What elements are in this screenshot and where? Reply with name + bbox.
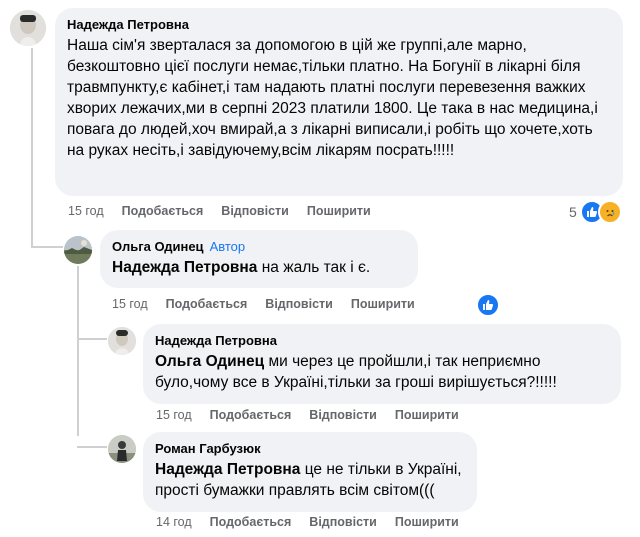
comment-text: Надежда Петровна на жаль так і є. (112, 257, 406, 278)
comment-actions: 14 год Подобається Відповісти Поширити (156, 515, 477, 529)
avatar-image (10, 10, 46, 46)
comment-timestamp[interactable]: 14 год (156, 515, 192, 529)
avatar-image (64, 236, 92, 264)
thread-line-sub (77, 266, 79, 436)
comment-author[interactable]: Роман Гарбузюк (155, 440, 465, 457)
share-button[interactable]: Поширити (395, 515, 459, 529)
thread-line-main (31, 48, 33, 228)
reply-bubble: Роман Гарбузюк Надежда Петровна це не ті… (143, 432, 477, 512)
comment-author[interactable]: Надежда Петровна (67, 16, 611, 33)
mention-link[interactable]: Ольга Одинец (155, 353, 264, 370)
avatar-image (108, 327, 136, 355)
comment-actions: 15 год Подобається Відповісти Поширити (68, 204, 389, 218)
avatar[interactable] (108, 327, 136, 355)
comment-body: на жаль так і є. (257, 259, 371, 276)
comment-author[interactable]: Надежда Петровна (155, 332, 609, 349)
thread-line-branch-1 (31, 246, 63, 248)
share-button[interactable]: Поширити (395, 408, 459, 422)
reaction-count: 5 (569, 204, 577, 220)
reply-button[interactable]: Відповісти (265, 297, 333, 311)
comment-text: Наша сім'я зверталася за допомогою в цій… (67, 37, 598, 159)
avatar[interactable] (108, 435, 136, 463)
author-badge: Автор (209, 239, 246, 254)
reaction-summary[interactable]: 5 (569, 200, 622, 224)
thread-line-branch-3 (77, 446, 107, 448)
comment-text: Ольга Одинец ми через це пройшли,і так н… (155, 351, 609, 393)
reply-button[interactable]: Відповісти (221, 204, 289, 218)
comment-actions: 15 год Подобається Відповісти Поширити (156, 408, 477, 422)
reply-button[interactable]: Відповісти (309, 408, 377, 422)
sad-reaction-icon (597, 200, 622, 224)
share-button[interactable]: Поширити (307, 204, 371, 218)
mention-link[interactable]: Надежда Петровна (112, 259, 257, 276)
reply-bubble: Ольга Одинец Автор Надежда Петровна на жа… (100, 230, 418, 288)
comment-text: Надежда Петровна це не тільки в Україні,… (155, 459, 465, 501)
comment-actions: 15 год Подобається Відповісти Поширити (112, 297, 433, 311)
reply-bubble: Надежда Петровна Ольга Одинец ми через ц… (143, 324, 621, 404)
thread-line-branch-2 (77, 338, 107, 340)
comment-timestamp[interactable]: 15 год (68, 204, 104, 218)
comment-author: Ольга Одинец Автор (112, 238, 406, 255)
avatar-image (108, 435, 136, 463)
avatar[interactable] (10, 10, 46, 46)
thread-line-curve-1 (31, 226, 33, 246)
author-name[interactable]: Ольга Одинец (112, 239, 204, 254)
mention-link[interactable]: Надежда Петровна (155, 461, 300, 478)
comment-bubble: Надежда Петровна Наша сім'я зверталася з… (55, 8, 623, 196)
share-button[interactable]: Поширити (351, 297, 415, 311)
like-button[interactable]: Подобається (210, 515, 292, 529)
like-button[interactable]: Подобається (210, 408, 292, 422)
avatar[interactable] (64, 236, 92, 264)
like-button[interactable]: Подобається (166, 297, 248, 311)
comment-timestamp[interactable]: 15 год (112, 297, 148, 311)
reply-button[interactable]: Відповісти (309, 515, 377, 529)
reaction-summary[interactable] (476, 293, 500, 317)
like-button[interactable]: Подобається (122, 204, 204, 218)
comment-timestamp[interactable]: 15 год (156, 408, 192, 422)
like-reaction-icon (476, 293, 500, 317)
